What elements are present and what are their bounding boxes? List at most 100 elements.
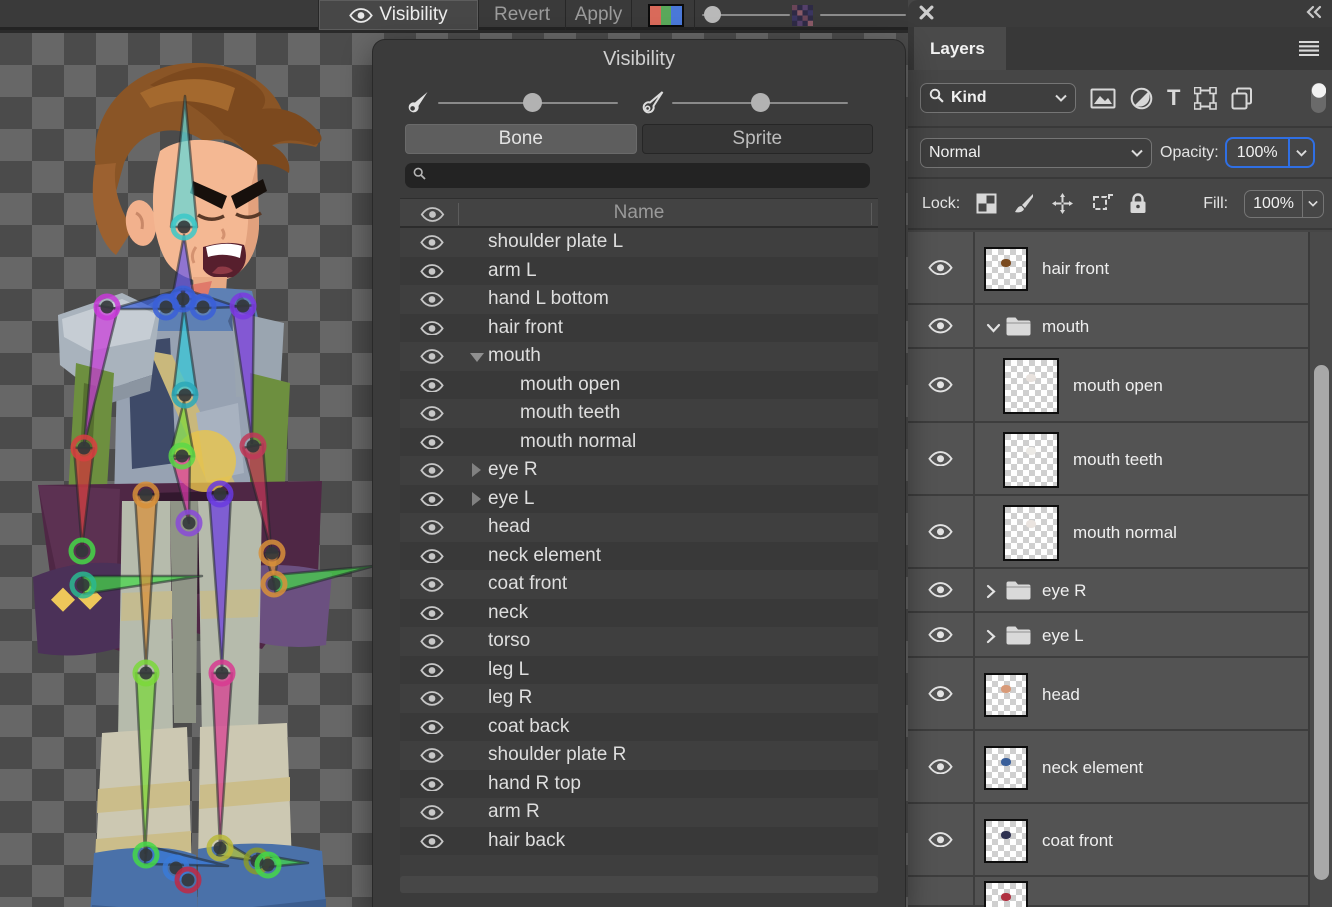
layer-thumbnail[interactable] bbox=[984, 746, 1028, 790]
eye-toggle-icon[interactable] bbox=[420, 691, 444, 711]
layer-thumbnail[interactable] bbox=[1003, 505, 1059, 561]
layer-row-mouth-teeth[interactable]: mouth teeth bbox=[908, 423, 1332, 496]
visibility-row-coat-back[interactable]: coat back bbox=[400, 713, 878, 742]
eye-toggle-icon[interactable] bbox=[420, 634, 444, 654]
opacity-value[interactable]: 100% bbox=[1227, 144, 1288, 162]
lock-artboard-icon[interactable] bbox=[1090, 193, 1113, 214]
layer-row-mouth[interactable]: mouth bbox=[908, 305, 1332, 349]
layer-row-hair-front[interactable]: hair front bbox=[908, 232, 1332, 305]
visibility-row-shoulder-plate-R[interactable]: shoulder plate R bbox=[400, 741, 878, 770]
layer-row-eye-R[interactable]: eye R bbox=[908, 569, 1332, 613]
alpha-slider-knob[interactable] bbox=[704, 6, 721, 23]
visibility-toggle-button[interactable]: Visibility bbox=[319, 0, 478, 30]
visibility-row-leg-L[interactable]: leg L bbox=[400, 656, 878, 685]
expander-collapsed-icon[interactable] bbox=[472, 463, 481, 477]
visibility-row-mouth[interactable]: mouth bbox=[400, 342, 878, 371]
visibility-row-arm-L[interactable]: arm L bbox=[400, 257, 878, 286]
eye-toggle-icon[interactable] bbox=[420, 606, 444, 626]
visibility-row-shoulder-plate-L[interactable]: shoulder plate L bbox=[400, 228, 878, 257]
layer-thumbnail[interactable] bbox=[984, 247, 1028, 291]
visibility-row-hand-R-top[interactable]: hand R top bbox=[400, 770, 878, 799]
eye-toggle-icon[interactable] bbox=[420, 378, 444, 398]
layer-row-coat-front[interactable]: coat front bbox=[908, 804, 1332, 877]
layer-row-partial[interactable] bbox=[908, 877, 1332, 907]
opacity-input[interactable]: 100% bbox=[1225, 137, 1315, 168]
group-collapsed-chevron-icon[interactable] bbox=[986, 629, 996, 649]
layer-visibility-eye-icon[interactable] bbox=[908, 349, 975, 421]
visibility-row-neck[interactable]: neck bbox=[400, 599, 878, 628]
blend-mode-select[interactable]: Normal bbox=[920, 138, 1152, 168]
layers-scrollbar-thumb[interactable] bbox=[1314, 365, 1329, 880]
filter-kind-select[interactable]: Kind bbox=[920, 83, 1076, 113]
layers-scrollbar-track[interactable] bbox=[1308, 232, 1332, 907]
layer-thumbnail[interactable] bbox=[984, 673, 1028, 717]
bone-opacity-slider-knob[interactable] bbox=[523, 93, 542, 112]
filter-smart-objects-icon[interactable] bbox=[1231, 87, 1253, 110]
layer-row-head[interactable]: head bbox=[908, 658, 1332, 731]
visibility-row-hand-L-bottom[interactable]: hand L bottom bbox=[400, 285, 878, 314]
eye-toggle-icon[interactable] bbox=[420, 520, 444, 540]
eye-toggle-icon[interactable] bbox=[420, 292, 444, 312]
tab-layers[interactable]: Layers bbox=[914, 27, 1006, 70]
brightness-slider-track[interactable] bbox=[820, 14, 906, 16]
tab-bone[interactable]: Bone bbox=[405, 124, 637, 154]
layer-visibility-eye-icon[interactable] bbox=[908, 423, 975, 494]
layer-visibility-eye-icon[interactable] bbox=[908, 804, 975, 875]
visibility-row-head[interactable]: head bbox=[400, 513, 878, 542]
group-collapsed-chevron-icon[interactable] bbox=[986, 584, 996, 604]
visibility-row-arm-R[interactable]: arm R bbox=[400, 798, 878, 827]
eye-toggle-icon[interactable] bbox=[420, 435, 444, 455]
visibility-row-coat-front[interactable]: coat front bbox=[400, 570, 878, 599]
layer-row-mouth-normal[interactable]: mouth normal bbox=[908, 496, 1332, 569]
horizontal-scrollbar[interactable] bbox=[400, 876, 878, 893]
visibility-row-hair-back[interactable]: hair back bbox=[400, 827, 878, 856]
layer-visibility-eye-icon[interactable] bbox=[908, 232, 975, 303]
layer-visibility-eye-icon[interactable] bbox=[908, 877, 975, 905]
eye-toggle-icon[interactable] bbox=[420, 720, 444, 740]
layer-thumbnail[interactable] bbox=[984, 819, 1028, 863]
group-expanded-chevron-icon[interactable] bbox=[986, 320, 1001, 338]
eye-toggle-icon[interactable] bbox=[420, 663, 444, 683]
visibility-row-hair-front[interactable]: hair front bbox=[400, 314, 878, 343]
lock-pixels-brush-icon[interactable] bbox=[1013, 193, 1035, 215]
fill-dropdown-arrow[interactable] bbox=[1302, 191, 1323, 217]
eye-toggle-icon[interactable] bbox=[420, 349, 444, 369]
visibility-row-eye-R[interactable]: eye R bbox=[400, 456, 878, 485]
eye-toggle-icon[interactable] bbox=[420, 463, 444, 483]
filter-shape-layers-icon[interactable] bbox=[1194, 87, 1217, 110]
filter-type-layers-icon[interactable]: T bbox=[1167, 85, 1180, 111]
lock-transparency-icon[interactable] bbox=[976, 193, 997, 214]
visibility-row-torso[interactable]: torso bbox=[400, 627, 878, 656]
apply-button[interactable]: Apply bbox=[566, 0, 631, 30]
layer-visibility-eye-icon[interactable] bbox=[908, 305, 975, 347]
eye-toggle-icon[interactable] bbox=[420, 805, 444, 825]
layer-visibility-eye-icon[interactable] bbox=[908, 569, 975, 611]
collapse-panel-icon[interactable] bbox=[1304, 5, 1322, 24]
eye-toggle-icon[interactable] bbox=[420, 549, 444, 569]
search-box[interactable] bbox=[405, 163, 870, 188]
layer-visibility-eye-icon[interactable] bbox=[908, 658, 975, 729]
layer-thumbnail[interactable] bbox=[1003, 432, 1059, 488]
layer-row-neck-element[interactable]: neck element bbox=[908, 731, 1332, 804]
close-panel-icon[interactable] bbox=[919, 5, 934, 25]
layer-visibility-eye-icon[interactable] bbox=[908, 613, 975, 656]
eye-toggle-icon[interactable] bbox=[420, 577, 444, 597]
expander-expanded-icon[interactable] bbox=[470, 353, 484, 362]
visibility-row-mouth-normal[interactable]: mouth normal bbox=[400, 428, 878, 457]
eye-toggle-icon[interactable] bbox=[420, 748, 444, 768]
panel-menu-icon[interactable] bbox=[1298, 40, 1320, 62]
color-channels-swatch-button[interactable] bbox=[648, 4, 684, 27]
fill-value[interactable]: 100% bbox=[1245, 195, 1302, 213]
lock-position-icon[interactable] bbox=[1051, 192, 1074, 215]
eye-toggle-icon[interactable] bbox=[420, 492, 444, 512]
visibility-row-eye-L[interactable]: eye L bbox=[400, 485, 878, 514]
eye-toggle-icon[interactable] bbox=[420, 406, 444, 426]
visibility-row-neck-element[interactable]: neck element bbox=[400, 542, 878, 571]
search-input[interactable] bbox=[432, 167, 832, 184]
filter-adjustment-layers-icon[interactable] bbox=[1130, 87, 1153, 110]
eye-toggle-icon[interactable] bbox=[420, 834, 444, 854]
eye-toggle-icon[interactable] bbox=[420, 235, 444, 255]
eye-toggle-icon[interactable] bbox=[420, 264, 444, 284]
filter-toggle-icon[interactable] bbox=[1310, 81, 1326, 115]
layer-thumbnail[interactable] bbox=[1003, 358, 1059, 414]
